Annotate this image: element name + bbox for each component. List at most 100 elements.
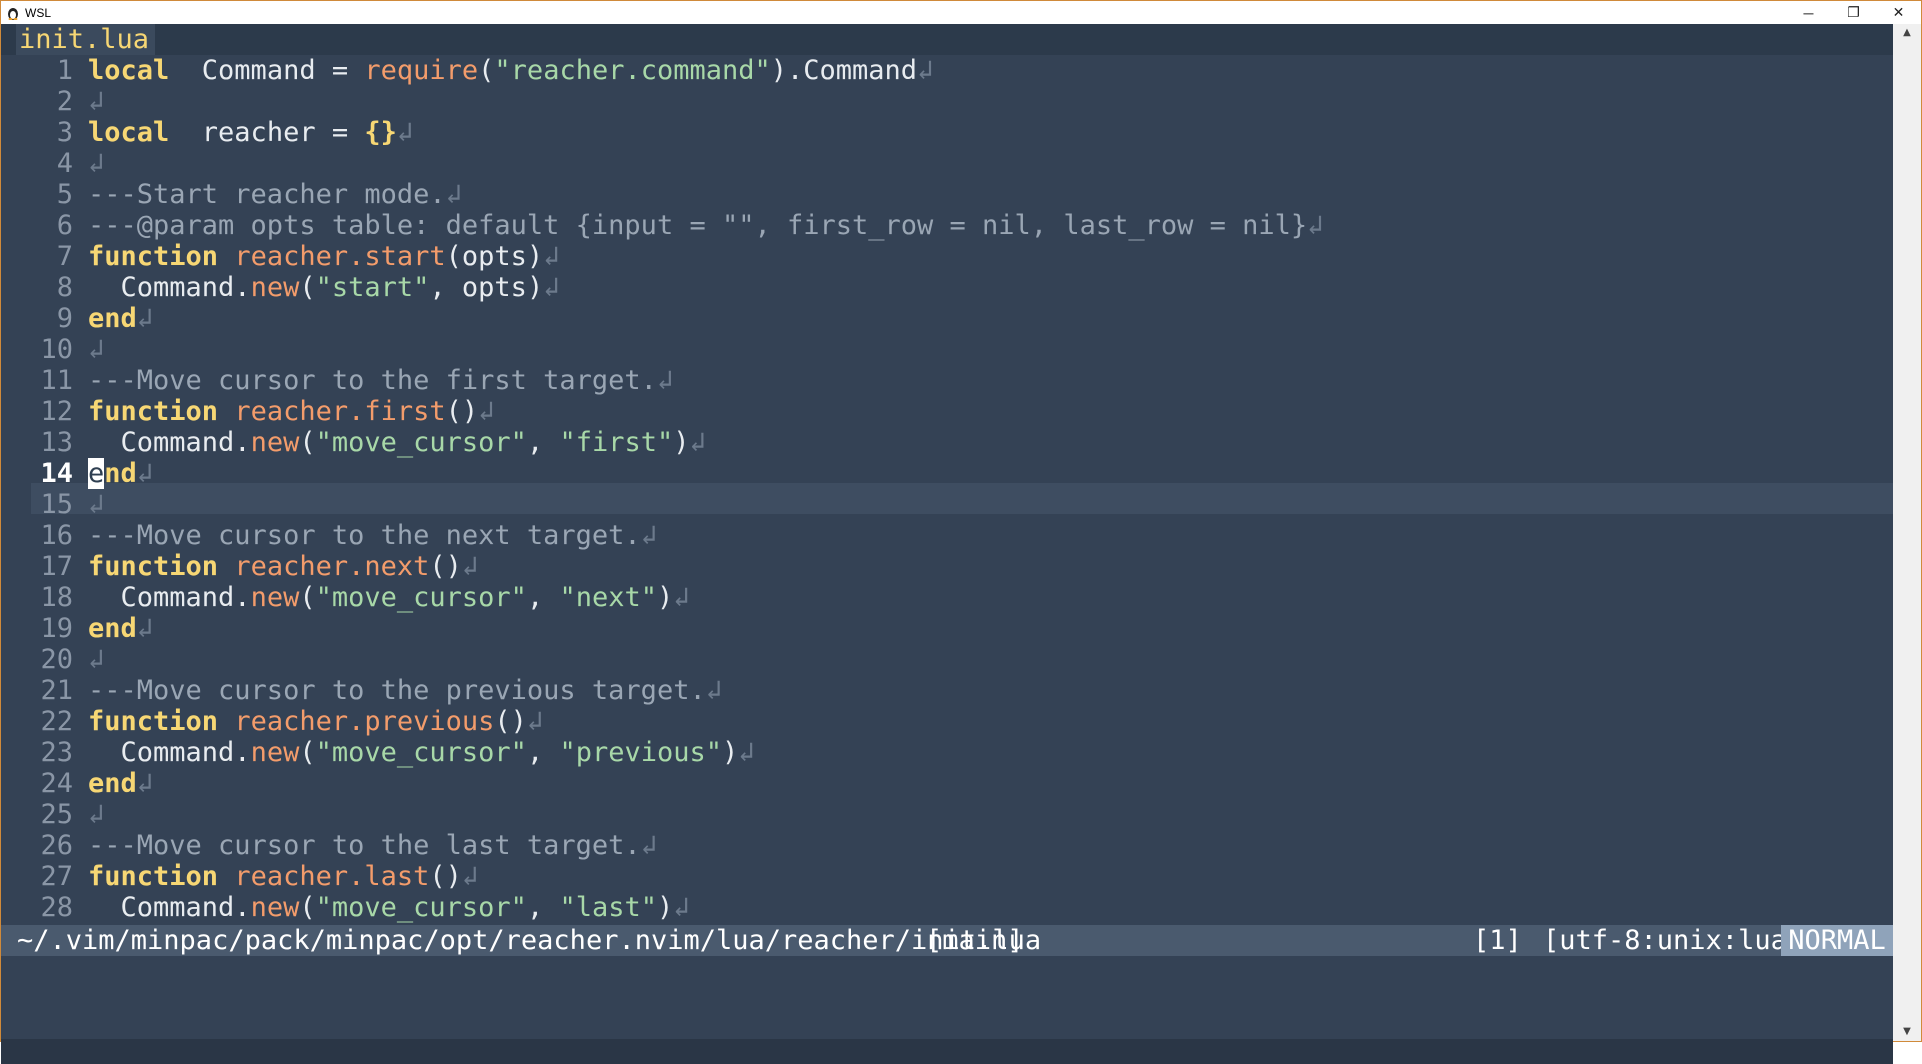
code-line[interactable]: ---Move cursor to the last target.↲ (88, 830, 657, 861)
code-line[interactable]: ---Move cursor to the next target.↲ (88, 520, 657, 551)
minimize-button[interactable]: ─ (1786, 1, 1831, 24)
code-line[interactable]: local reacher = {}↲ (88, 117, 413, 148)
code-token: "next" (559, 582, 657, 613)
code-token: new (250, 272, 300, 303)
code-line[interactable]: ↲ (88, 799, 104, 830)
code-token: new (250, 582, 300, 613)
code-line[interactable]: ---@param opts table: default {input = "… (88, 210, 1323, 241)
eol-marker: ↲ (461, 551, 479, 582)
code-token: (opts) (445, 241, 544, 272)
line-number: 15 (40, 489, 73, 520)
status-mode: NORMAL (1781, 925, 1893, 956)
code-token: , (526, 582, 560, 613)
code-line[interactable]: function reacher.previous()↲ (88, 706, 543, 737)
status-buffer-number: [1] (1473, 925, 1522, 956)
code-line[interactable]: Command.new("move_cursor", "first")↲ (88, 427, 706, 458)
code-token: () (494, 706, 527, 737)
code-token: ( (299, 737, 316, 768)
code-line[interactable]: ---Move cursor to the first target.↲ (88, 365, 673, 396)
code-token: "move_cursor" (315, 582, 527, 613)
command-line[interactable] (1, 956, 1893, 1039)
code-token: reacher = (169, 117, 365, 148)
editor-area[interactable]: init.lua 1 2 3 4 5 6 7 8 9 10 11 12 13 14 15 16 17 18 19 20… (1, 24, 1893, 1064)
code-line[interactable]: function reacher.next()↲ (88, 551, 478, 582)
line-number: 8 (56, 272, 73, 303)
line-number: 21 (40, 675, 73, 706)
code-token: , (526, 737, 560, 768)
line-number: 16 (40, 520, 73, 551)
code-token: end (88, 768, 137, 799)
penguin-icon (6, 6, 20, 20)
title-bar[interactable]: WSL ─ ❐ ✕ (1, 1, 1921, 24)
code-line[interactable]: ↲ (88, 644, 104, 675)
line-number: 6 (56, 210, 73, 241)
line-number: 11 (40, 365, 73, 396)
eol-marker: ↲ (136, 458, 154, 489)
code-line[interactable]: ---Move cursor to the previous target.↲ (88, 675, 722, 706)
code-token: ( (299, 582, 316, 613)
code-token: reacher.next (234, 551, 430, 582)
eol-marker: ↲ (396, 117, 414, 148)
code-token: ---Move cursor to the previous target. (88, 675, 706, 706)
line-number: 26 (40, 830, 73, 861)
eol-marker: ↲ (673, 892, 690, 923)
code-line[interactable]: ↲ (88, 148, 104, 179)
code-line[interactable]: end↲ (88, 303, 153, 334)
code-token: ---Start reacher mode. (88, 179, 446, 210)
code-token: ) (673, 427, 690, 458)
line-number: 9 (56, 303, 73, 334)
code-token: Command. (88, 427, 251, 458)
arrow-down-icon[interactable]: ▼ (1893, 1023, 1921, 1041)
code-token: "first" (559, 427, 674, 458)
line-number: 13 (40, 427, 73, 458)
text-cursor: e (88, 458, 105, 489)
restore-button[interactable]: ❐ (1831, 1, 1876, 24)
code-token: Command. (88, 272, 251, 303)
tab-init-lua[interactable]: init.lua (16, 24, 156, 55)
code-token: function (88, 861, 219, 892)
arrow-up-icon[interactable]: ▲ (1893, 24, 1921, 42)
vertical-scrollbar[interactable]: ▲ ▼ (1893, 24, 1921, 1041)
line-number: 25 (40, 799, 73, 830)
code-line[interactable]: end↲ (88, 768, 153, 799)
code-token: ).Command (770, 55, 918, 86)
code-token: nd (104, 458, 137, 489)
code-line[interactable]: ---Start reacher mode.↲ (88, 179, 462, 210)
code-token: ---@param opts table: default {input = "… (88, 210, 1308, 241)
code-line[interactable]: function reacher.start(opts)↲ (88, 241, 559, 272)
code-token: reacher.previous (234, 706, 495, 737)
code-token: ( (299, 272, 316, 303)
code-line[interactable]: function reacher.last()↲ (88, 861, 478, 892)
code-token: , (526, 427, 560, 458)
code-token: Command. (88, 892, 251, 923)
code-token: ( (478, 55, 495, 86)
eol-marker: ↲ (136, 613, 154, 644)
code-line[interactable]: end↲ (88, 613, 153, 644)
line-number: 4 (56, 148, 73, 179)
line-number: 17 (40, 551, 73, 582)
code-line[interactable]: Command.new("move_cursor", "next")↲ (88, 582, 690, 613)
code-line[interactable]: end↲ (88, 458, 153, 489)
eol-marker: ↲ (136, 303, 154, 334)
eol-marker: ↲ (640, 520, 657, 551)
code-token: end (88, 303, 137, 334)
code-line[interactable]: Command.new("move_cursor", "previous")↲ (88, 737, 755, 768)
eol-marker: ↲ (526, 706, 544, 737)
line-number: 19 (40, 613, 73, 644)
code-token: "reacher.command" (494, 55, 771, 86)
code-token: "previous" (559, 737, 723, 768)
code-line[interactable]: ↲ (88, 489, 104, 520)
code-line[interactable]: ↲ (88, 334, 104, 365)
code-line[interactable]: Command.new("start", opts)↲ (88, 272, 560, 303)
code-token: ---Move cursor to the next target. (88, 520, 641, 551)
line-number: 10 (40, 334, 73, 365)
code-line[interactable]: ↲ (88, 86, 104, 117)
code-line[interactable]: function reacher.first()↲ (88, 396, 494, 427)
code-line[interactable]: Command.new("move_cursor", "last")↲ (88, 892, 690, 923)
line-number: 5 (56, 179, 73, 210)
eol-marker: ↲ (543, 272, 560, 303)
code-line[interactable]: local Command = require("reacher.command… (88, 55, 933, 86)
code-token: () (429, 551, 462, 582)
close-button[interactable]: ✕ (1876, 1, 1921, 24)
